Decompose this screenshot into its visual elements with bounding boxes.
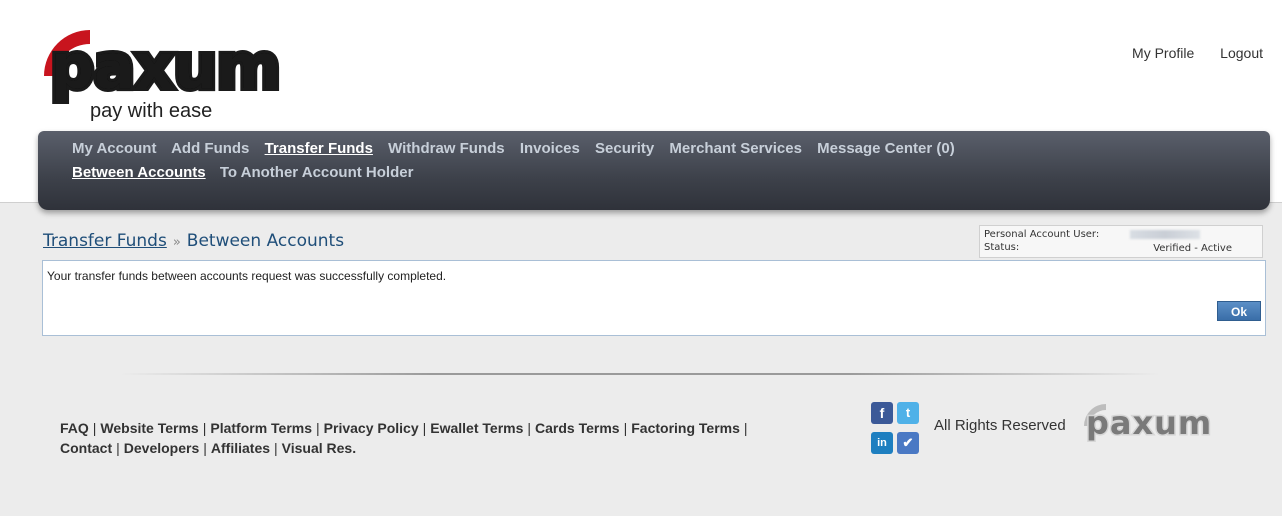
footer-links-row2: Contact | Developers | Affiliates | Visual Res… (60, 440, 357, 456)
social-icons: f t in ✔ (869, 402, 925, 458)
footer-link-cards-terms[interactable]: Cards Terms (535, 420, 620, 436)
logo-wordmark: paxum (47, 29, 284, 105)
twitter-icon[interactable]: t (897, 402, 919, 424)
success-message-panel: Your transfer funds between accounts req… (42, 260, 1266, 336)
footer-link-developers[interactable]: Developers (124, 440, 199, 456)
subnav-between-accounts[interactable]: Between Accounts (72, 164, 206, 181)
account-info-box: Personal Account User: Status: Verified … (979, 225, 1263, 258)
breadcrumb-parent-link[interactable]: Transfer Funds (43, 231, 167, 251)
breadcrumb-separator: » (172, 235, 181, 250)
footer-link-affiliates[interactable]: Affiliates (211, 440, 270, 456)
footer-link-platform-terms[interactable]: Platform Terms (210, 420, 312, 436)
footer-links-row1: FAQ | Website Terms | Platform Terms | Privacy… (60, 420, 748, 436)
footer-divider (120, 373, 1160, 375)
nav-message-center[interactable]: Message Center (0) (817, 140, 955, 157)
footer-paxum-logo: paxum (1082, 402, 1242, 446)
linkedin-icon[interactable]: in (871, 432, 893, 454)
ok-button[interactable]: Ok (1217, 301, 1261, 321)
footer-link-visual-res[interactable]: Visual Res. (282, 440, 356, 456)
checkmark-icon[interactable]: ✔ (897, 432, 919, 454)
account-user-redacted (1130, 230, 1200, 239)
nav-invoices[interactable]: Invoices (520, 140, 580, 157)
footer-link-privacy-policy[interactable]: Privacy Policy (324, 420, 419, 436)
primary-nav: My Account Add Funds Transfer Funds With… (72, 140, 966, 157)
subnav-to-another-account-holder[interactable]: To Another Account Holder (220, 164, 414, 181)
secondary-nav: Between Accounts To Another Account Hold… (72, 164, 423, 181)
logo-tagline: pay with ease (90, 100, 213, 122)
footer-link-website-terms[interactable]: Website Terms (100, 420, 198, 436)
footer-link-ewallet-terms[interactable]: Ewallet Terms (430, 420, 523, 436)
nav-transfer-funds[interactable]: Transfer Funds (265, 140, 373, 157)
breadcrumb-current: Between Accounts (186, 231, 345, 251)
footer-logo-wordmark: paxum (1084, 403, 1213, 444)
footer-link-faq[interactable]: FAQ (60, 420, 89, 436)
nav-my-account[interactable]: My Account (72, 140, 156, 157)
top-links: My Profile Logout (1110, 45, 1263, 61)
account-user-label: Personal Account User: (984, 229, 1100, 240)
footer-link-contact[interactable]: Contact (60, 440, 112, 456)
footer-links: FAQ | Website Terms | Platform Terms | Privacy… (60, 418, 752, 458)
success-message-text: Your transfer funds between accounts req… (47, 269, 447, 283)
breadcrumb: Transfer Funds » Between Accounts (43, 231, 344, 251)
facebook-icon[interactable]: f (871, 402, 893, 424)
nav-withdraw-funds[interactable]: Withdraw Funds (388, 140, 505, 157)
main-navbar: My Account Add Funds Transfer Funds With… (38, 131, 1270, 210)
logout-link[interactable]: Logout (1220, 45, 1263, 61)
account-status-value: Verified - Active (1153, 243, 1232, 254)
all-rights-reserved: All Rights Reserved (934, 417, 1066, 434)
my-profile-link[interactable]: My Profile (1132, 45, 1194, 61)
footer-link-factoring-terms[interactable]: Factoring Terms (631, 420, 740, 436)
nav-merchant-services[interactable]: Merchant Services (669, 140, 802, 157)
account-status-label: Status: (984, 242, 1020, 253)
paxum-logo[interactable]: paxum pay with ease (44, 28, 334, 126)
nav-security[interactable]: Security (595, 140, 654, 157)
nav-add-funds[interactable]: Add Funds (171, 140, 249, 157)
